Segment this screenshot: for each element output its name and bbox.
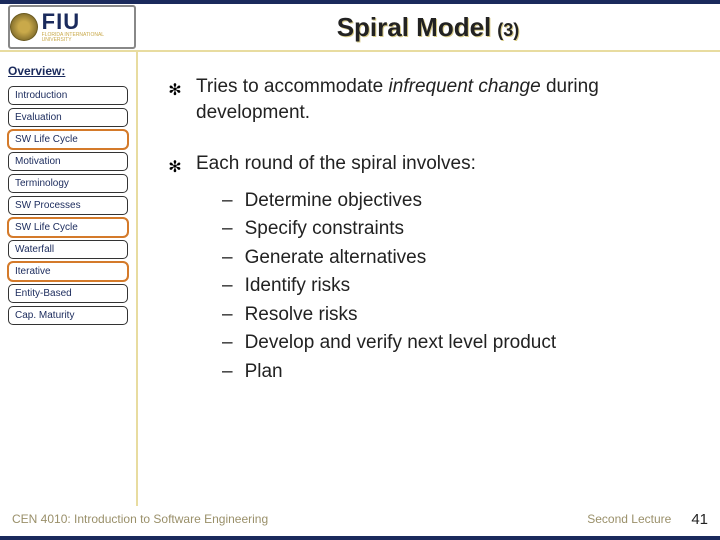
- title-sub: (3): [497, 20, 519, 41]
- list-item: –Identify risks: [222, 272, 700, 301]
- list-item-text: Specify constraints: [245, 215, 404, 244]
- bullet-2: ✻ Each round of the spiral involves:: [168, 151, 700, 177]
- sidebar-item-motivation[interactable]: Motivation: [8, 152, 128, 171]
- footer-right: Second Lecture: [587, 512, 671, 526]
- dash-icon: –: [222, 187, 233, 216]
- dash-icon: –: [222, 329, 233, 358]
- list-item: –Resolve risks: [222, 301, 700, 330]
- university-seal-icon: [10, 13, 38, 41]
- sub-list: –Determine objectives–Specify constraint…: [222, 187, 700, 387]
- list-item: –Generate alternatives: [222, 244, 700, 273]
- list-item-text: Plan: [245, 358, 283, 387]
- bullet-1: ✻ Tries to accommodate infrequent change…: [168, 74, 700, 125]
- dash-icon: –: [222, 215, 233, 244]
- bullet-2-text: Each round of the spiral involves:: [196, 151, 476, 177]
- sidebar-item-cap-maturity[interactable]: Cap. Maturity: [8, 306, 128, 325]
- list-item: –Determine objectives: [222, 187, 700, 216]
- dash-icon: –: [222, 244, 233, 273]
- logo-full: FLORIDA INTERNATIONAL UNIVERSITY: [42, 33, 134, 43]
- sidebar-item-sw-processes[interactable]: SW Processes: [8, 196, 128, 215]
- dash-icon: –: [222, 301, 233, 330]
- sidebar-item-waterfall[interactable]: Waterfall: [8, 240, 128, 259]
- list-item: –Specify constraints: [222, 215, 700, 244]
- sidebar: Overview: Introduction Evaluation SW Life …: [0, 52, 138, 506]
- list-item-text: Develop and verify next level product: [245, 329, 557, 358]
- bullet-icon: ✻: [168, 80, 182, 102]
- list-item: –Plan: [222, 358, 700, 387]
- logo: FIU FLORIDA INTERNATIONAL UNIVERSITY: [8, 5, 136, 49]
- dash-icon: –: [222, 272, 233, 301]
- sidebar-heading: Overview:: [8, 64, 128, 78]
- bullet-1-text-em: infrequent change: [389, 76, 541, 97]
- footer: CEN 4010: Introduction to Software Engin…: [0, 506, 720, 536]
- list-item-text: Identify risks: [245, 272, 351, 301]
- list-item-text: Determine objectives: [245, 187, 422, 216]
- bullet-1-text-pre: Tries to accommodate: [196, 76, 389, 97]
- page-number: 41: [691, 511, 708, 528]
- sidebar-item-sw-life-cycle[interactable]: SW Life Cycle: [8, 218, 128, 237]
- sidebar-item-introduction[interactable]: Introduction: [8, 86, 128, 105]
- sidebar-item-entity-based[interactable]: Entity-Based: [8, 284, 128, 303]
- sidebar-item-sw-life-cycle[interactable]: SW Life Cycle: [8, 130, 128, 149]
- sidebar-item-terminology[interactable]: Terminology: [8, 174, 128, 193]
- slide-title: Spiral Model (3): [136, 12, 720, 43]
- footer-left: CEN 4010: Introduction to Software Engin…: [12, 512, 268, 526]
- list-item-text: Generate alternatives: [245, 244, 427, 273]
- title-main: Spiral Model: [337, 12, 492, 43]
- bullet-icon: ✻: [168, 157, 182, 179]
- list-item: –Develop and verify next level product: [222, 329, 700, 358]
- sidebar-item-iterative[interactable]: Iterative: [8, 262, 128, 281]
- list-item-text: Resolve risks: [245, 301, 358, 330]
- sidebar-item-evaluation[interactable]: Evaluation: [8, 108, 128, 127]
- content-area: ✻ Tries to accommodate infrequent change…: [138, 52, 720, 506]
- logo-acronym: FIU: [42, 11, 134, 33]
- header-bar: FIU FLORIDA INTERNATIONAL UNIVERSITY Spi…: [0, 4, 720, 52]
- dash-icon: –: [222, 358, 233, 387]
